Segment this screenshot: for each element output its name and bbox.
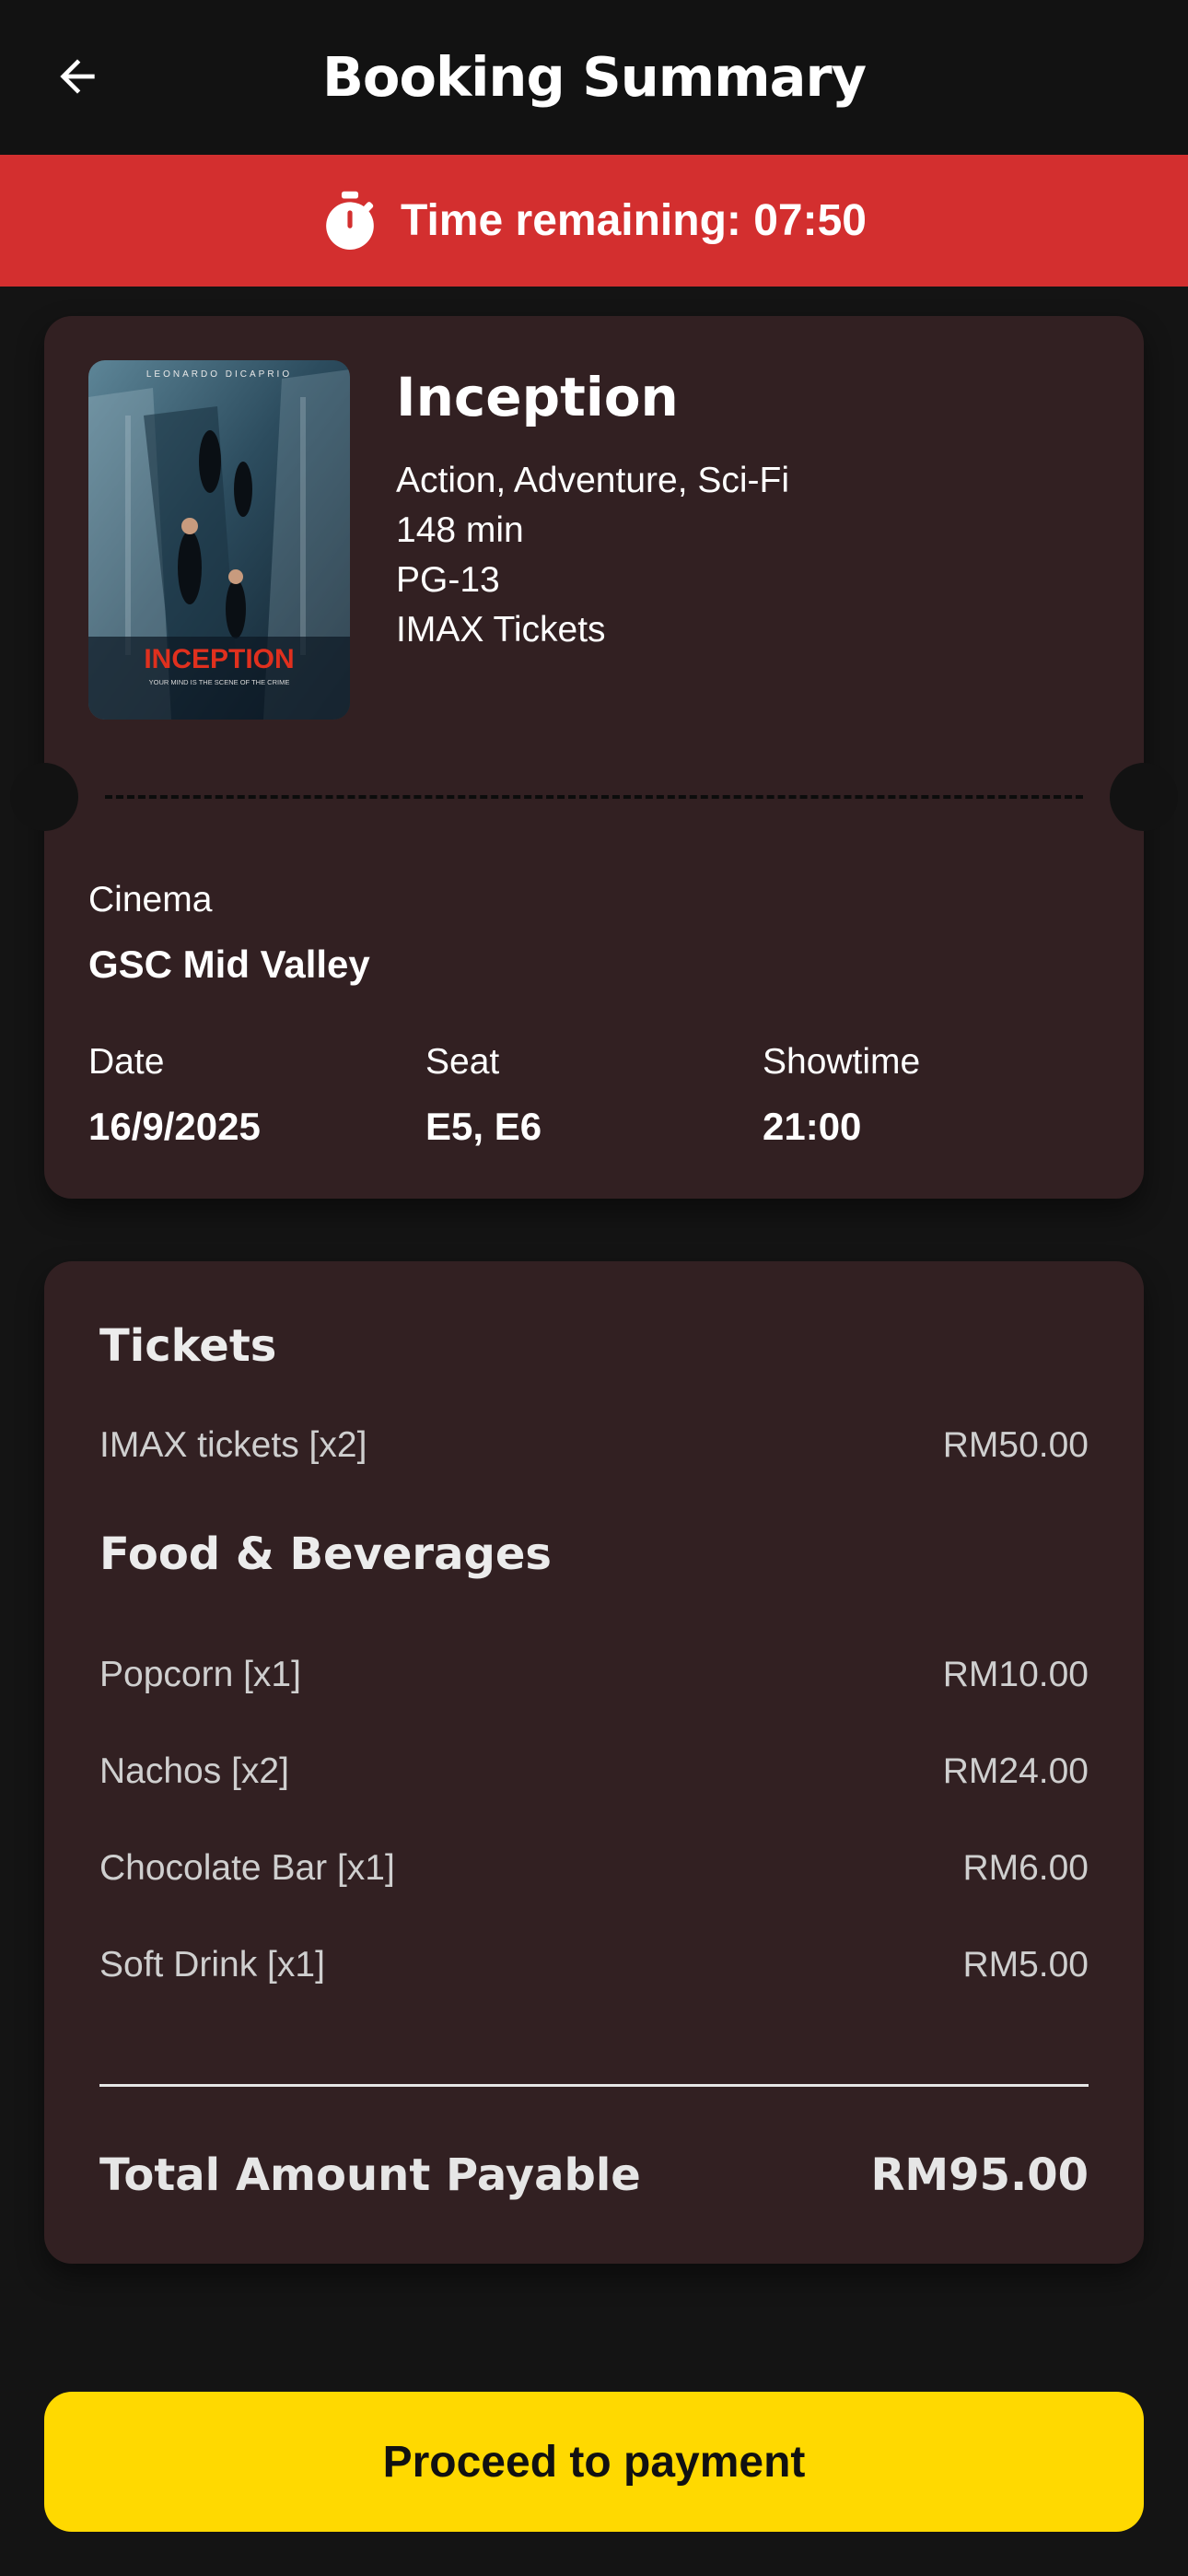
- seat-label: Seat: [425, 1042, 500, 1082]
- cinema-value: GSC Mid Valley: [88, 943, 370, 986]
- ticket-notch-right: [1110, 763, 1178, 831]
- movie-rating: PG-13: [396, 560, 500, 600]
- movie-title: Inception: [396, 366, 679, 428]
- price-summary-card: Tickets IMAX tickets [x2] RM50.00 Food &…: [44, 1261, 1144, 2264]
- ticket-perforation: [105, 795, 1083, 799]
- time-remaining-text: Time remaining: 07:50: [401, 196, 867, 245]
- movie-poster: LEONARDO DICAPRIO INCEPTION YOUR MIND IS…: [88, 360, 350, 720]
- item-price: RM24.00: [942, 1751, 1089, 1791]
- seat-value: E5, E6: [425, 1105, 542, 1148]
- showtime-label: Showtime: [763, 1042, 921, 1082]
- date-label: Date: [88, 1042, 165, 1082]
- ticket-notch-left: [10, 763, 78, 831]
- time-remaining-banner: Time remaining: 07:50: [0, 155, 1188, 287]
- cinema-label: Cinema: [88, 880, 213, 919]
- list-item: Soft Drink [x1] RM5.00: [99, 1939, 1089, 1991]
- item-price: RM5.00: [962, 1945, 1089, 1985]
- item-label: IMAX tickets [x2]: [99, 1425, 367, 1465]
- poster-top-credit: LEONARDO DICAPRIO: [146, 369, 292, 380]
- showtime-value: 21:00: [763, 1105, 862, 1148]
- total-divider: [99, 2084, 1089, 2087]
- poster-tagline: YOUR MIND IS THE SCENE OF THE CRIME: [149, 678, 290, 686]
- list-item: IMAX tickets [x2] RM50.00: [99, 1420, 1089, 1471]
- app-bar: Booking Summary: [0, 0, 1188, 155]
- list-item: Popcorn [x1] RM10.00: [99, 1649, 1089, 1701]
- list-item: Nachos [x2] RM24.00: [99, 1746, 1089, 1797]
- item-price: RM10.00: [942, 1655, 1089, 1694]
- item-label: Popcorn [x1]: [99, 1655, 301, 1694]
- stopwatch-icon: [326, 191, 374, 250]
- list-item: Chocolate Bar [x1] RM6.00: [99, 1843, 1089, 1894]
- movie-genres: Action, Adventure, Sci-Fi: [396, 461, 790, 500]
- date-value: 16/9/2025: [88, 1105, 261, 1148]
- total-value: RM95.00: [870, 2149, 1089, 2201]
- poster-image: LEONARDO DICAPRIO INCEPTION YOUR MIND IS…: [88, 360, 350, 720]
- tickets-heading: Tickets: [99, 1320, 277, 1372]
- movie-ticket-type: IMAX Tickets: [396, 610, 606, 650]
- total-label: Total Amount Payable: [99, 2149, 641, 2201]
- movie-ticket-card: LEONARDO DICAPRIO INCEPTION YOUR MIND IS…: [10, 316, 1178, 1199]
- page-title: Booking Summary: [321, 45, 867, 109]
- item-label: Chocolate Bar [x1]: [99, 1848, 395, 1888]
- item-label: Nachos [x2]: [99, 1751, 289, 1791]
- poster-title: INCEPTION: [144, 644, 294, 674]
- movie-duration: 148 min: [396, 510, 524, 550]
- item-label: Soft Drink [x1]: [99, 1945, 325, 1985]
- food-heading: Food & Beverages: [99, 1528, 552, 1580]
- item-price: RM6.00: [962, 1848, 1089, 1888]
- proceed-to-payment-button[interactable]: Proceed to payment: [44, 2392, 1144, 2532]
- item-price: RM50.00: [942, 1425, 1089, 1465]
